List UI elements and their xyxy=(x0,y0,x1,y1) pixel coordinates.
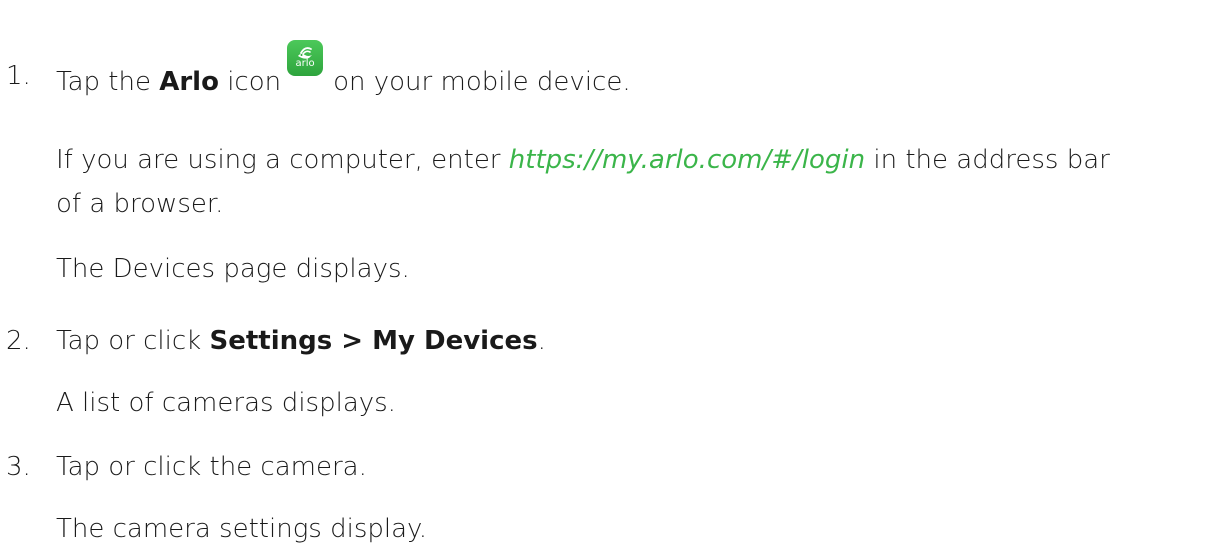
step-1-text-after: on your mobile device. xyxy=(333,67,631,97)
step-3-number: 3. xyxy=(6,452,31,482)
step-2-instruction: Tap or click Settings > My Devices. xyxy=(56,323,546,359)
arlo-app-icon: arlo xyxy=(287,40,324,76)
step-2-text-before: Tap or click xyxy=(56,326,210,356)
step-1-bold-app-name: Arlo xyxy=(159,67,219,97)
step-3-instruction: Tap or click the camera. xyxy=(56,452,367,482)
step-1-note-prefix: If you are using a computer, enter xyxy=(56,145,509,175)
step-1-result: The Devices page displays. xyxy=(56,254,410,284)
step-2-bold-menu-path: Settings > My Devices xyxy=(209,326,538,356)
step-1-note-line-2: of a browser. xyxy=(56,189,224,219)
step-2-text-after: . xyxy=(537,326,546,356)
step-3-result: The camera settings display. xyxy=(56,514,427,544)
step-2-result: A list of cameras displays. xyxy=(56,388,396,418)
step-1-text-before: Tap the xyxy=(56,67,160,97)
step-1-text-mid: icon xyxy=(218,67,282,97)
step-1-number: 1. xyxy=(6,61,31,91)
arlo-wordmark: arlo xyxy=(295,58,315,69)
step-1-note-suffix: in the address bar xyxy=(865,145,1110,175)
step-1-instruction: Tap the Arlo icon arlo on your mobile dev… xyxy=(56,40,631,100)
login-url-link[interactable]: https://my.arlo.com/#/login xyxy=(509,145,865,175)
step-1-note-line-1: If you are using a computer, enter https… xyxy=(56,142,1110,178)
step-2-number: 2. xyxy=(6,326,31,356)
